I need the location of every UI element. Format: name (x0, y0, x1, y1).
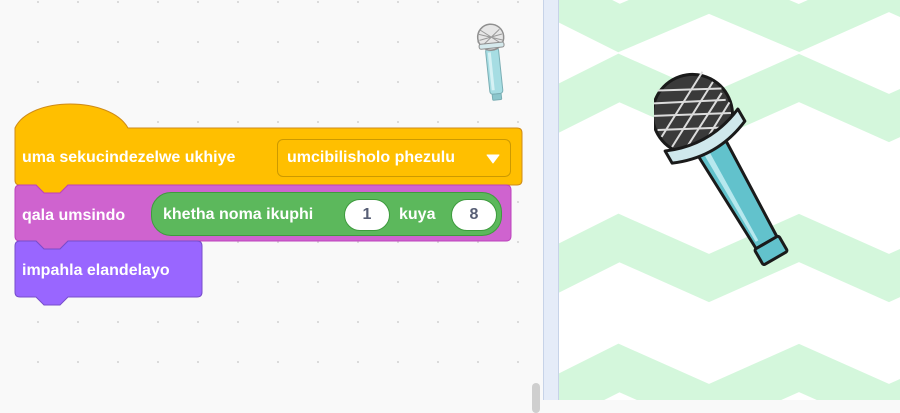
hat-block-label: uma sekucindezelwe ukhiye (22, 149, 236, 166)
key-dropdown[interactable]: umcibilisholo phezulu (277, 139, 511, 177)
microphone-sprite-icon[interactable] (654, 58, 794, 280)
stage[interactable] (559, 0, 900, 400)
pick-random-from-input[interactable]: 1 (344, 199, 390, 231)
pick-random-to-input[interactable]: 8 (451, 199, 497, 231)
pick-random-reporter[interactable]: khetha noma ikuphi 1 kuya 8 (151, 192, 502, 236)
workspace-scrollbar[interactable] (528, 0, 543, 400)
pick-random-label: khetha noma ikuphi (163, 206, 314, 223)
panel-divider (543, 0, 559, 400)
next-costume-label: impahla elandelayo (22, 262, 170, 279)
pick-random-to-label: kuya (399, 206, 436, 223)
code-workspace[interactable]: uma sekucindezelwe ukhiye umcibilisholo … (0, 0, 543, 413)
key-dropdown-value: umcibilisholo phezulu (287, 149, 455, 166)
workspace-scrollbar-thumb[interactable] (532, 383, 540, 413)
sprite-thumbnail-microphone-icon (476, 23, 505, 101)
start-sound-label: qala umsindo (22, 207, 126, 224)
triangle-down-icon (486, 154, 500, 164)
